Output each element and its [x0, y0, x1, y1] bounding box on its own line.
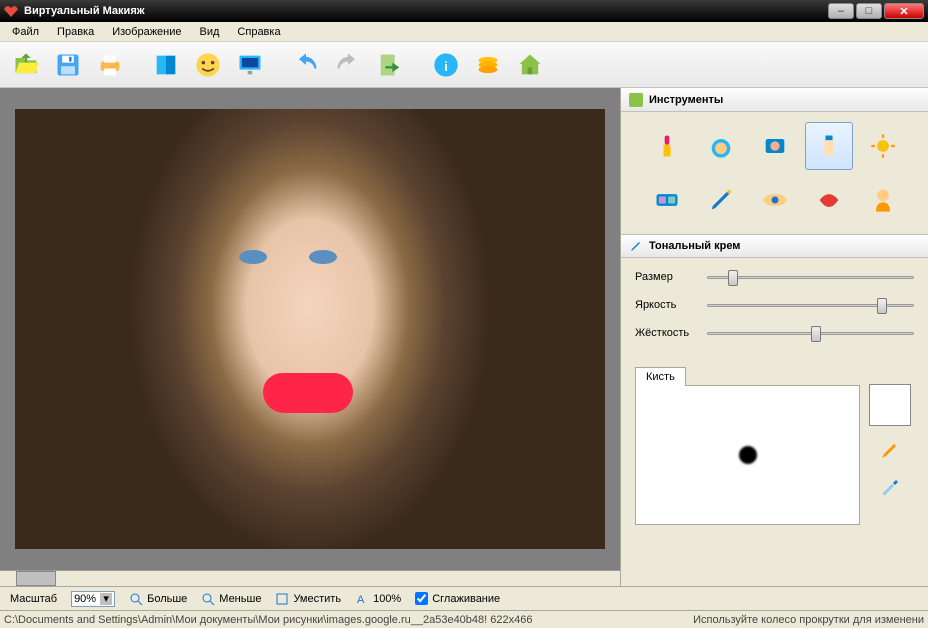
save-button[interactable]: [50, 47, 86, 83]
side-panel: Инструменты Тональный крем Размер Яркост: [620, 88, 928, 586]
canvas[interactable]: [0, 88, 620, 570]
brush-dot: [739, 446, 757, 464]
zoom-out-button[interactable]: Меньше: [201, 592, 261, 606]
hardness-slider[interactable]: [707, 324, 914, 342]
menu-view[interactable]: Вид: [192, 24, 228, 40]
home-button[interactable]: [512, 47, 548, 83]
canvas-pane: [0, 88, 620, 586]
tool-blush[interactable]: [751, 122, 799, 170]
window-controls: – □ ✕: [828, 3, 924, 19]
brush-tool-button[interactable]: [874, 436, 906, 464]
titlebar: Виртуальный Макияж – □ ✕: [0, 0, 928, 22]
smoothing-checkbox[interactable]: Сглаживание: [415, 592, 500, 605]
open-button[interactable]: [8, 47, 44, 83]
minimize-button[interactable]: –: [828, 3, 854, 19]
maximize-button[interactable]: □: [856, 3, 882, 19]
tools-header-label: Инструменты: [649, 94, 723, 106]
status-hint: Используйте колесо прокрутки для изменен…: [693, 614, 924, 626]
info-button[interactable]: i: [428, 47, 464, 83]
svg-text:A: A: [357, 594, 365, 606]
fit-icon: [275, 592, 289, 606]
hundred-icon: A: [355, 592, 369, 606]
print-button[interactable]: [92, 47, 128, 83]
chevron-down-icon: ▾: [100, 593, 112, 605]
section-header: Тональный крем: [621, 234, 928, 258]
tool-eye[interactable]: [751, 176, 799, 224]
menu-edit[interactable]: Правка: [49, 24, 102, 40]
tools-header: Инструменты: [621, 88, 928, 112]
size-slider[interactable]: [707, 268, 914, 286]
pencil-icon: [629, 239, 643, 253]
monitor-button[interactable]: [232, 47, 268, 83]
coins-button[interactable]: [470, 47, 506, 83]
status-path: C:\Documents and Settings\Admin\Мои доку…: [4, 614, 693, 626]
brush-tab[interactable]: Кисть: [635, 367, 686, 386]
tool-grid: [621, 112, 928, 234]
main-toolbar: i: [0, 42, 928, 88]
tool-model[interactable]: [859, 176, 907, 224]
zoom-bar: Масштаб 90% ▾ Больше Меньше Уместить A10…: [0, 586, 620, 610]
magnify-minus-icon: [201, 592, 215, 606]
photo-image: [15, 109, 605, 549]
tool-lips[interactable]: [805, 176, 853, 224]
eyedropper-button[interactable]: [874, 474, 906, 502]
tool-powder[interactable]: [697, 122, 745, 170]
section-header-label: Тональный крем: [649, 240, 740, 252]
close-button[interactable]: ✕: [884, 3, 924, 19]
scale-combo[interactable]: 90% ▾: [71, 591, 115, 607]
scale-label: Масштаб: [10, 593, 57, 605]
swatch-column: [866, 366, 914, 525]
statusbar: C:\Documents and Settings\Admin\Мои доку…: [0, 610, 928, 628]
menu-help[interactable]: Справка: [229, 24, 288, 40]
brightness-label: Яркость: [635, 299, 699, 311]
menubar: Файл Правка Изображение Вид Справка: [0, 22, 928, 42]
export-button[interactable]: [372, 47, 408, 83]
brightness-slider[interactable]: [707, 296, 914, 314]
window-title: Виртуальный Макияж: [24, 5, 828, 17]
brush-preview: [635, 385, 860, 525]
sliders: Размер Яркость Жёсткость: [621, 258, 928, 362]
tool-foundation[interactable]: [805, 122, 853, 170]
tool-eyeshadow[interactable]: [643, 176, 691, 224]
tool-lipstick[interactable]: [643, 122, 691, 170]
size-label: Размер: [635, 271, 699, 283]
book-button[interactable]: [148, 47, 184, 83]
horizontal-scrollbar[interactable]: [0, 570, 620, 586]
app-icon: [4, 5, 18, 17]
zoom-fit-button[interactable]: Уместить: [275, 592, 341, 606]
zoom-100-button[interactable]: A100%: [355, 592, 401, 606]
hardness-label: Жёсткость: [635, 327, 699, 339]
workarea: Инструменты Тональный крем Размер Яркост: [0, 88, 928, 586]
menu-image[interactable]: Изображение: [104, 24, 189, 40]
brush-area: Кисть: [621, 362, 928, 535]
redo-button[interactable]: [330, 47, 366, 83]
tool-sun[interactable]: [859, 122, 907, 170]
menu-file[interactable]: Файл: [4, 24, 47, 40]
svg-text:i: i: [444, 58, 448, 73]
tools-header-icon: [629, 93, 643, 107]
zoom-in-button[interactable]: Больше: [129, 592, 187, 606]
smiley-button[interactable]: [190, 47, 226, 83]
color-swatch[interactable]: [869, 384, 911, 426]
magnify-plus-icon: [129, 592, 143, 606]
scale-value: 90%: [74, 593, 96, 605]
tool-pencil[interactable]: [697, 176, 745, 224]
undo-button[interactable]: [288, 47, 324, 83]
